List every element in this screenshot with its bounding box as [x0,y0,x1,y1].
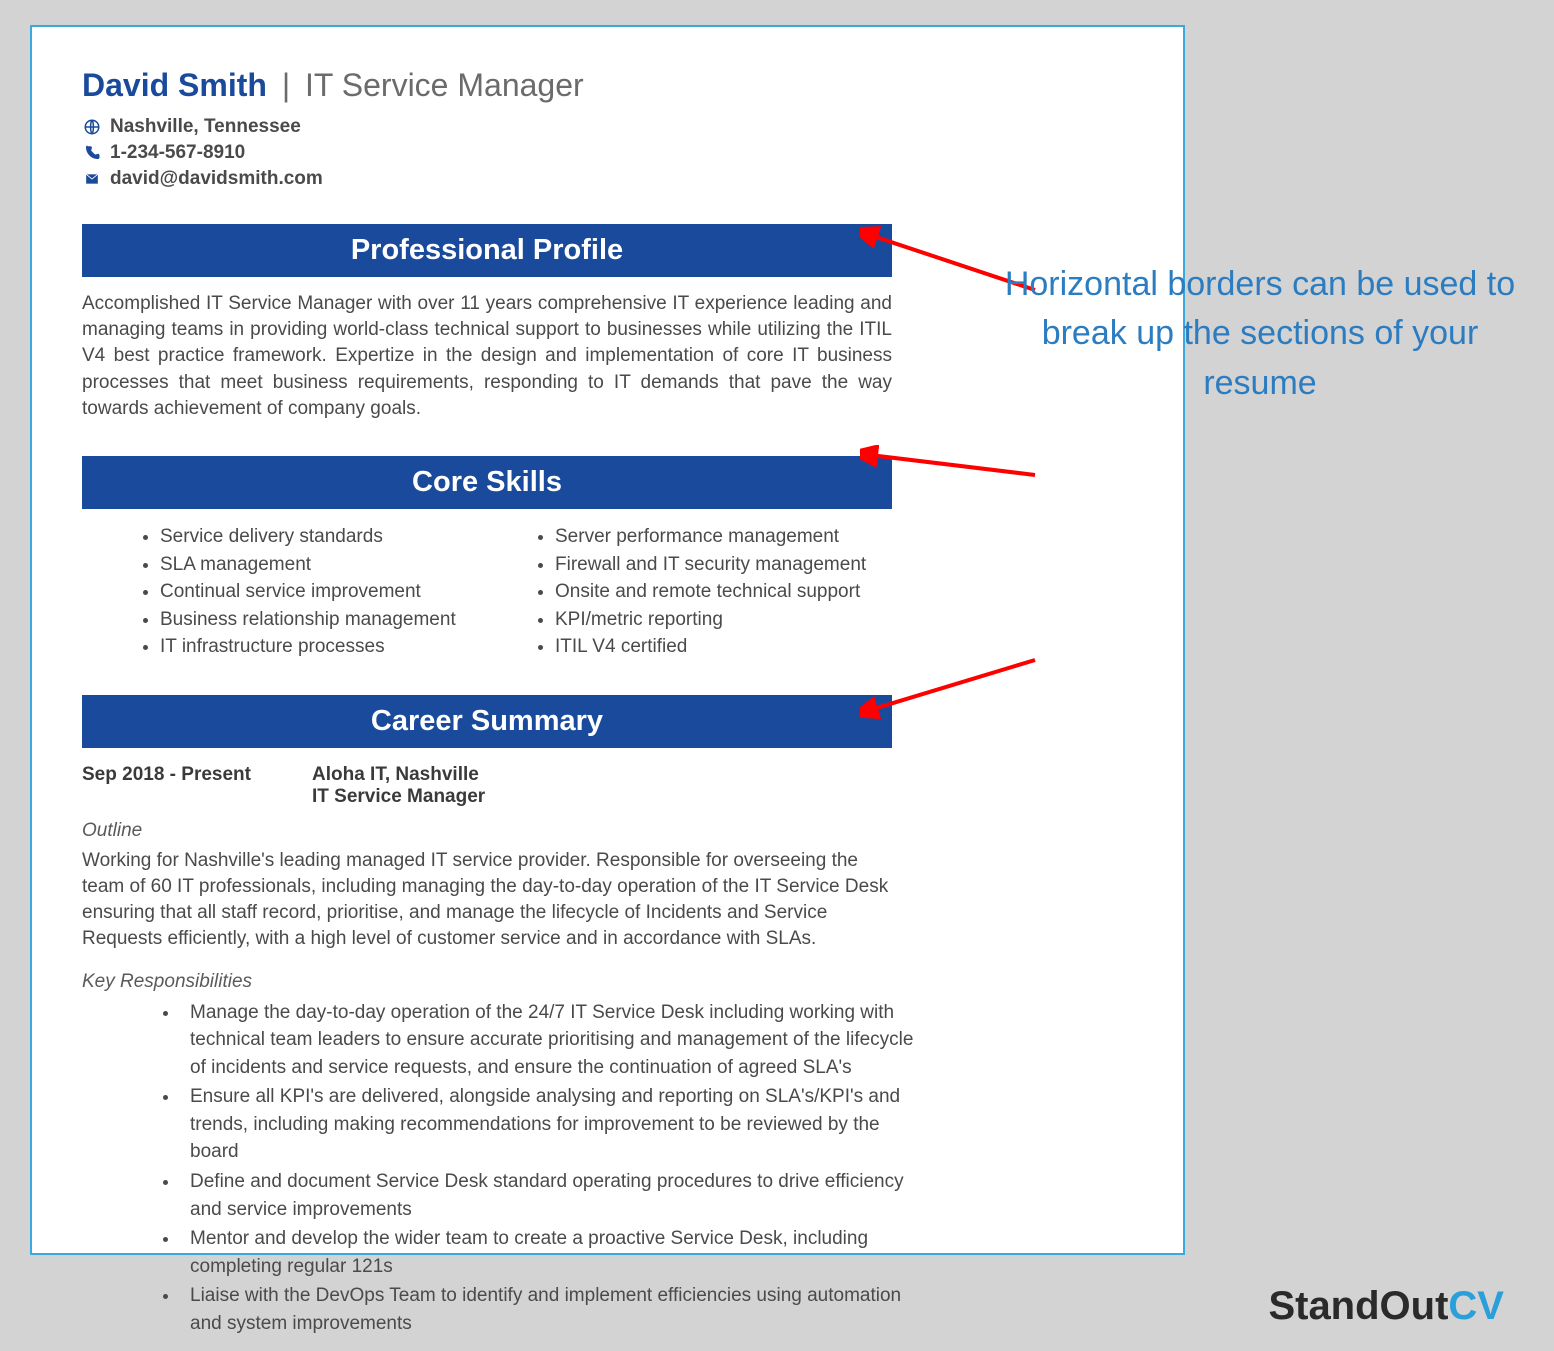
brand-part2: CV [1448,1284,1504,1328]
separator: | [282,67,290,103]
job-company: Aloha IT, Nashville [312,764,485,786]
contact-phone-row: 1-234-567-8910 [82,142,1133,164]
contact-email-row: david@davidsmith.com [82,168,1133,190]
list-item: Mentor and develop the wider team to cre… [180,1225,922,1280]
globe-icon [82,117,102,137]
envelope-icon [82,169,102,189]
section-bar-profile: Professional Profile [82,224,892,277]
contact-location: Nashville, Tennessee [110,116,301,138]
contact-phone: 1-234-567-8910 [110,142,245,164]
list-item: Business relationship management [160,606,497,634]
job-header: Sep 2018 - Present Aloha IT, Nashville I… [82,764,892,808]
list-item: Onsite and remote technical support [555,578,892,606]
list-item: KPI/metric reporting [555,606,892,634]
list-item: Continual service improvement [160,578,497,606]
brand-logo: StandOutCV [1268,1284,1504,1329]
responsibilities-label: Key Responsibilities [82,971,1133,993]
list-item: Manage the day-to-day operation of the 2… [180,999,922,1082]
contact-email: david@davidsmith.com [110,168,323,190]
brand-part1: StandOut [1268,1284,1448,1328]
list-item: Firewall and IT security management [555,551,892,579]
list-item: SLA management [160,551,497,579]
list-item: IT infrastructure processes [160,633,497,661]
contact-location-row: Nashville, Tennessee [82,116,1133,138]
responsibilities-list: Manage the day-to-day operation of the 2… [82,999,922,1338]
resume-page: David Smith | IT Service Manager Nashvil… [30,25,1185,1255]
outline-body: Working for Nashville's leading managed … [82,848,892,953]
candidate-name: David Smith [82,67,267,103]
list-item: Liaise with the DevOps Team to identify … [180,1282,922,1337]
skills-col-right: Server performance managementFirewall an… [537,523,892,661]
annotation-text: Horizontal borders can be used to break … [990,260,1530,408]
skills-col-left: Service delivery standardsSLA management… [142,523,497,661]
candidate-title: IT Service Manager [305,67,584,103]
list-item: ITIL V4 certified [555,633,892,661]
list-item: Define and document Service Desk standar… [180,1168,922,1223]
profile-body: Accomplished IT Service Manager with ove… [82,291,892,422]
outline-label: Outline [82,820,1133,842]
header-line: David Smith | IT Service Manager [82,67,1133,104]
job-role: IT Service Manager [312,786,485,808]
section-bar-career: Career Summary [82,695,892,748]
list-item: Server performance management [555,523,892,551]
section-bar-skills: Core Skills [82,456,892,509]
phone-icon [82,143,102,163]
list-item: Ensure all KPI's are delivered, alongsid… [180,1083,922,1166]
list-item: Service delivery standards [160,523,497,551]
job-dates: Sep 2018 - Present [82,764,312,808]
skills-columns: Service delivery standardsSLA management… [82,523,892,661]
